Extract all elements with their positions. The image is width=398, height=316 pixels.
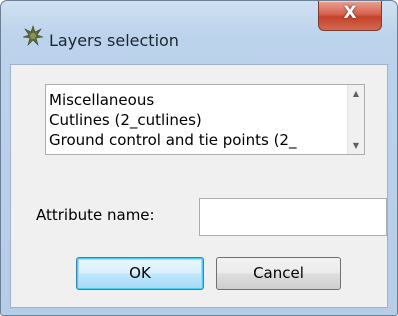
close-button[interactable]: X xyxy=(318,1,382,31)
attribute-name-input[interactable] xyxy=(199,198,387,236)
window-title: Layers selection xyxy=(49,31,179,50)
dialog-content: Miscellaneous Cutlines (2_cutlines) Grou… xyxy=(10,64,388,308)
list-item[interactable]: Cutlines (2_cutlines) xyxy=(49,110,344,130)
close-icon: X xyxy=(343,3,357,23)
layers-list: Miscellaneous Cutlines (2_cutlines) Grou… xyxy=(49,90,344,150)
layers-listbox[interactable]: Miscellaneous Cutlines (2_cutlines) Grou… xyxy=(45,84,365,155)
scroll-down-icon[interactable]: ▼ xyxy=(348,137,364,154)
title-bar[interactable]: Layers selection X xyxy=(1,1,397,63)
list-item[interactable]: Ground control and tie points (2_ xyxy=(49,130,344,150)
vertical-scrollbar[interactable]: ▲ ▼ xyxy=(347,85,364,154)
layers-app-icon xyxy=(21,24,45,48)
list-item[interactable]: Miscellaneous xyxy=(49,90,344,110)
dialog-window: Layers selection X Miscellaneous Cutline… xyxy=(0,0,398,316)
attribute-name-label: Attribute name: xyxy=(36,206,155,224)
cancel-button[interactable]: Cancel xyxy=(216,257,341,290)
ok-button[interactable]: OK xyxy=(76,257,204,290)
scroll-up-icon[interactable]: ▲ xyxy=(348,85,364,102)
